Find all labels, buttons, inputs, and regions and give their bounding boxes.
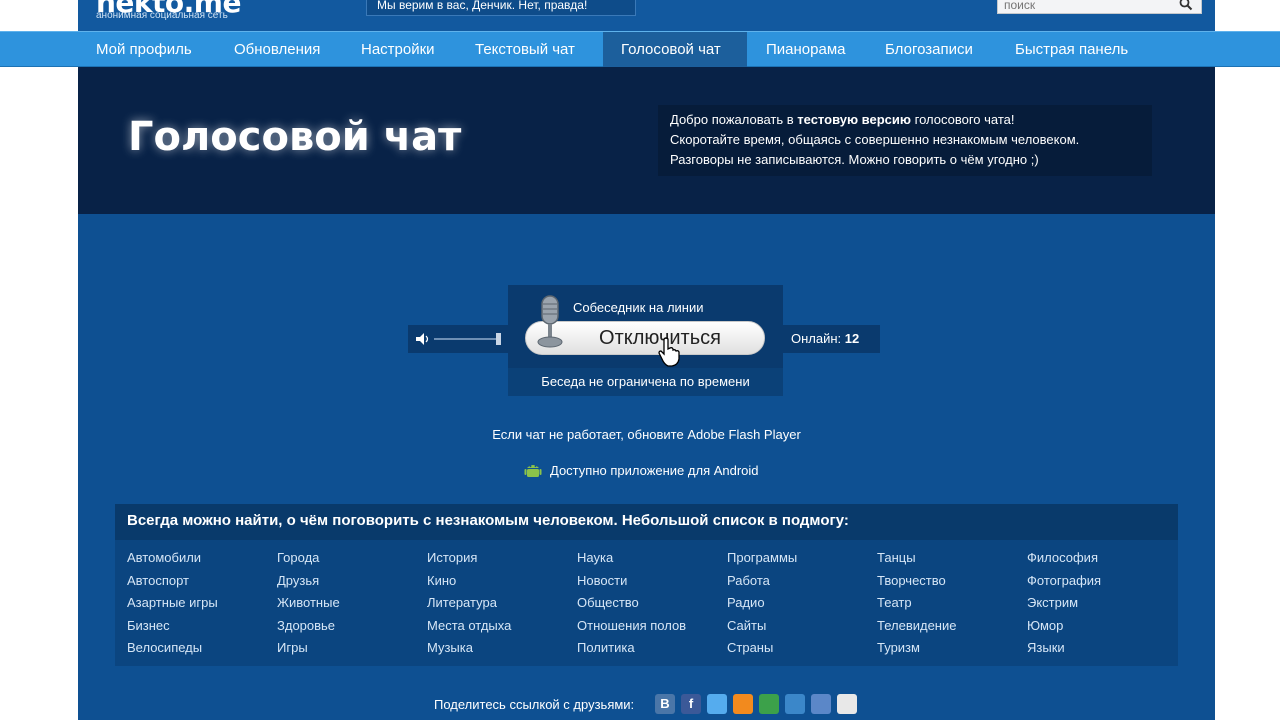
topic-link[interactable]: Автомобили [127, 547, 277, 570]
welcome-line-3: Разговоры не записываются. Можно говорит… [670, 152, 1039, 167]
android-icon [524, 465, 542, 477]
nav-item-profile[interactable]: Мой профиль [78, 32, 210, 67]
topic-column: Наука Новости Общество Отношения полов Полит… [577, 547, 727, 660]
topic-link[interactable]: Места отдыха [427, 615, 577, 638]
odnoklassniki-icon[interactable] [733, 694, 753, 714]
user-slogan: Мы верим в вас, Денчик. Нет, правда! [366, 0, 636, 16]
topic-link[interactable]: Сайты [727, 615, 877, 638]
topic-link[interactable]: Экстрим [1027, 592, 1177, 615]
chat-time-note: Беседа не ограничена по времени [508, 368, 783, 396]
friendfeed-icon[interactable] [811, 694, 831, 714]
microphone-icon [537, 295, 563, 348]
welcome-bold: тестовую версию [797, 112, 911, 127]
topic-link[interactable]: Автоспорт [127, 570, 277, 593]
chat-status: Собеседник на линии [573, 300, 704, 315]
topic-link[interactable]: Общество [577, 592, 727, 615]
topic-column: Автомобили Автоспорт Азартные игры Бизнес Ве… [127, 547, 277, 660]
vkontakte-icon[interactable]: B [655, 694, 675, 714]
topic-link[interactable]: Музыка [427, 637, 577, 660]
topic-link[interactable]: Игры [277, 637, 427, 660]
topic-column: Программы Работа Радио Сайты Страны [727, 547, 877, 660]
topic-link[interactable]: Животные [277, 592, 427, 615]
livejournal-icon[interactable] [785, 694, 805, 714]
welcome-box: Добро пожаловать в тестовую версию голос… [658, 105, 1152, 176]
voice-chat-widget: Собеседник на линии Отключиться Беседа н… [508, 285, 783, 396]
android-app-text[interactable]: Доступно приложение для Android [550, 462, 759, 480]
topics-heading: Всегда можно найти, о чём поговорить с н… [115, 504, 1178, 540]
topic-link[interactable]: Программы [727, 547, 877, 570]
online-label: Онлайн: [791, 331, 842, 346]
topic-link[interactable]: История [427, 547, 577, 570]
online-counter: Онлайн: 12 [783, 325, 880, 353]
share-bar: Поделитесь ссылкой с друзьями: Bf [78, 694, 1215, 716]
topic-column: История Кино Литература Места отдыха Музыка [427, 547, 577, 660]
topic-link[interactable]: Телевидение [877, 615, 1027, 638]
topic-link[interactable]: Литература [427, 592, 577, 615]
welcome-post: голосового чата! [911, 112, 1015, 127]
topic-column: Танцы Творчество Театр Телевидение Туризм [877, 547, 1027, 660]
topic-link[interactable]: Новости [577, 570, 727, 593]
page-title: Голосовой чат [128, 114, 462, 160]
top-header: nekto.me анонимная социальная сеть Мы ве… [0, 0, 1280, 31]
topic-link[interactable]: Города [277, 547, 427, 570]
topic-link[interactable]: Азартные игры [127, 592, 277, 615]
topic-link[interactable]: Друзья [277, 570, 427, 593]
topic-link[interactable]: Радио [727, 592, 877, 615]
main-nav: Мой профиль Обновления Настройки Текстов… [0, 31, 1280, 67]
topic-link[interactable]: Танцы [877, 547, 1027, 570]
nav-item-voice-chat[interactable]: Голосовой чат [603, 32, 747, 67]
topic-link[interactable]: Театр [877, 592, 1027, 615]
topic-link[interactable]: Философия [1027, 547, 1177, 570]
topic-link[interactable]: Здоровье [277, 615, 427, 638]
topic-link[interactable]: Фотография [1027, 570, 1177, 593]
topic-link[interactable]: Туризм [877, 637, 1027, 660]
search-box[interactable] [997, 0, 1202, 14]
hand-cursor-icon [658, 337, 680, 367]
topic-column: Философия Фотография Экстрим Юмор Языки [1027, 547, 1177, 660]
facebook-icon[interactable]: f [681, 694, 701, 714]
site-tagline: анонимная социальная сеть [96, 10, 228, 21]
nav-item-settings[interactable]: Настройки [343, 32, 453, 67]
flash-note[interactable]: Если чат не работает, обновите Adobe Fla… [78, 427, 1215, 442]
nav-item-quick-panel[interactable]: Быстрая панель [997, 32, 1146, 67]
topics-panel: Всегда можно найти, о чём поговорить с н… [115, 504, 1178, 666]
topic-column: Города Друзья Животные Здоровье Игры [277, 547, 427, 660]
welcome-line-1: Добро пожаловать в тестовую версию голос… [670, 110, 1140, 130]
volume-handle[interactable] [496, 333, 501, 345]
topic-link[interactable]: Кино [427, 570, 577, 593]
twitter-icon[interactable] [707, 694, 727, 714]
topic-link[interactable]: Отношения полов [577, 615, 727, 638]
memori-icon[interactable] [837, 694, 857, 714]
mail-agent-icon[interactable] [759, 694, 779, 714]
share-label: Поделитесь ссылкой с друзьями: [434, 697, 635, 712]
nav-item-blogs[interactable]: Блогозаписи [867, 32, 991, 67]
topic-link[interactable]: Политика [577, 637, 727, 660]
topic-link[interactable]: Наука [577, 547, 727, 570]
welcome-pre: Добро пожаловать в [670, 112, 798, 127]
online-count: 12 [844, 331, 860, 346]
topic-link[interactable]: Языки [1027, 637, 1177, 660]
speaker-icon[interactable] [416, 333, 430, 345]
topic-link[interactable]: Юмор [1027, 615, 1177, 638]
topic-link[interactable]: Велосипеды [127, 637, 277, 660]
nav-item-updates[interactable]: Обновления [216, 32, 338, 67]
welcome-line-2: Скоротайте время, общаясь с совершенно н… [670, 132, 1080, 147]
volume-control[interactable] [408, 325, 508, 353]
search-icon[interactable] [1179, 0, 1193, 11]
topic-link[interactable]: Страны [727, 637, 877, 660]
topic-link[interactable]: Работа [727, 570, 877, 593]
nav-item-text-chat[interactable]: Текстовый чат [457, 32, 593, 67]
volume-track[interactable] [434, 338, 498, 340]
hero-banner: Голосовой чат Добро пожаловать в тестову… [78, 67, 1215, 214]
search-input[interactable] [1004, 0, 1174, 12]
main-content: Голосовой чат Добро пожаловать в тестову… [78, 67, 1215, 720]
topic-link[interactable]: Бизнес [127, 615, 277, 638]
nav-item-pianorama[interactable]: Пианорама [748, 32, 863, 67]
topic-link[interactable]: Творчество [877, 570, 1027, 593]
